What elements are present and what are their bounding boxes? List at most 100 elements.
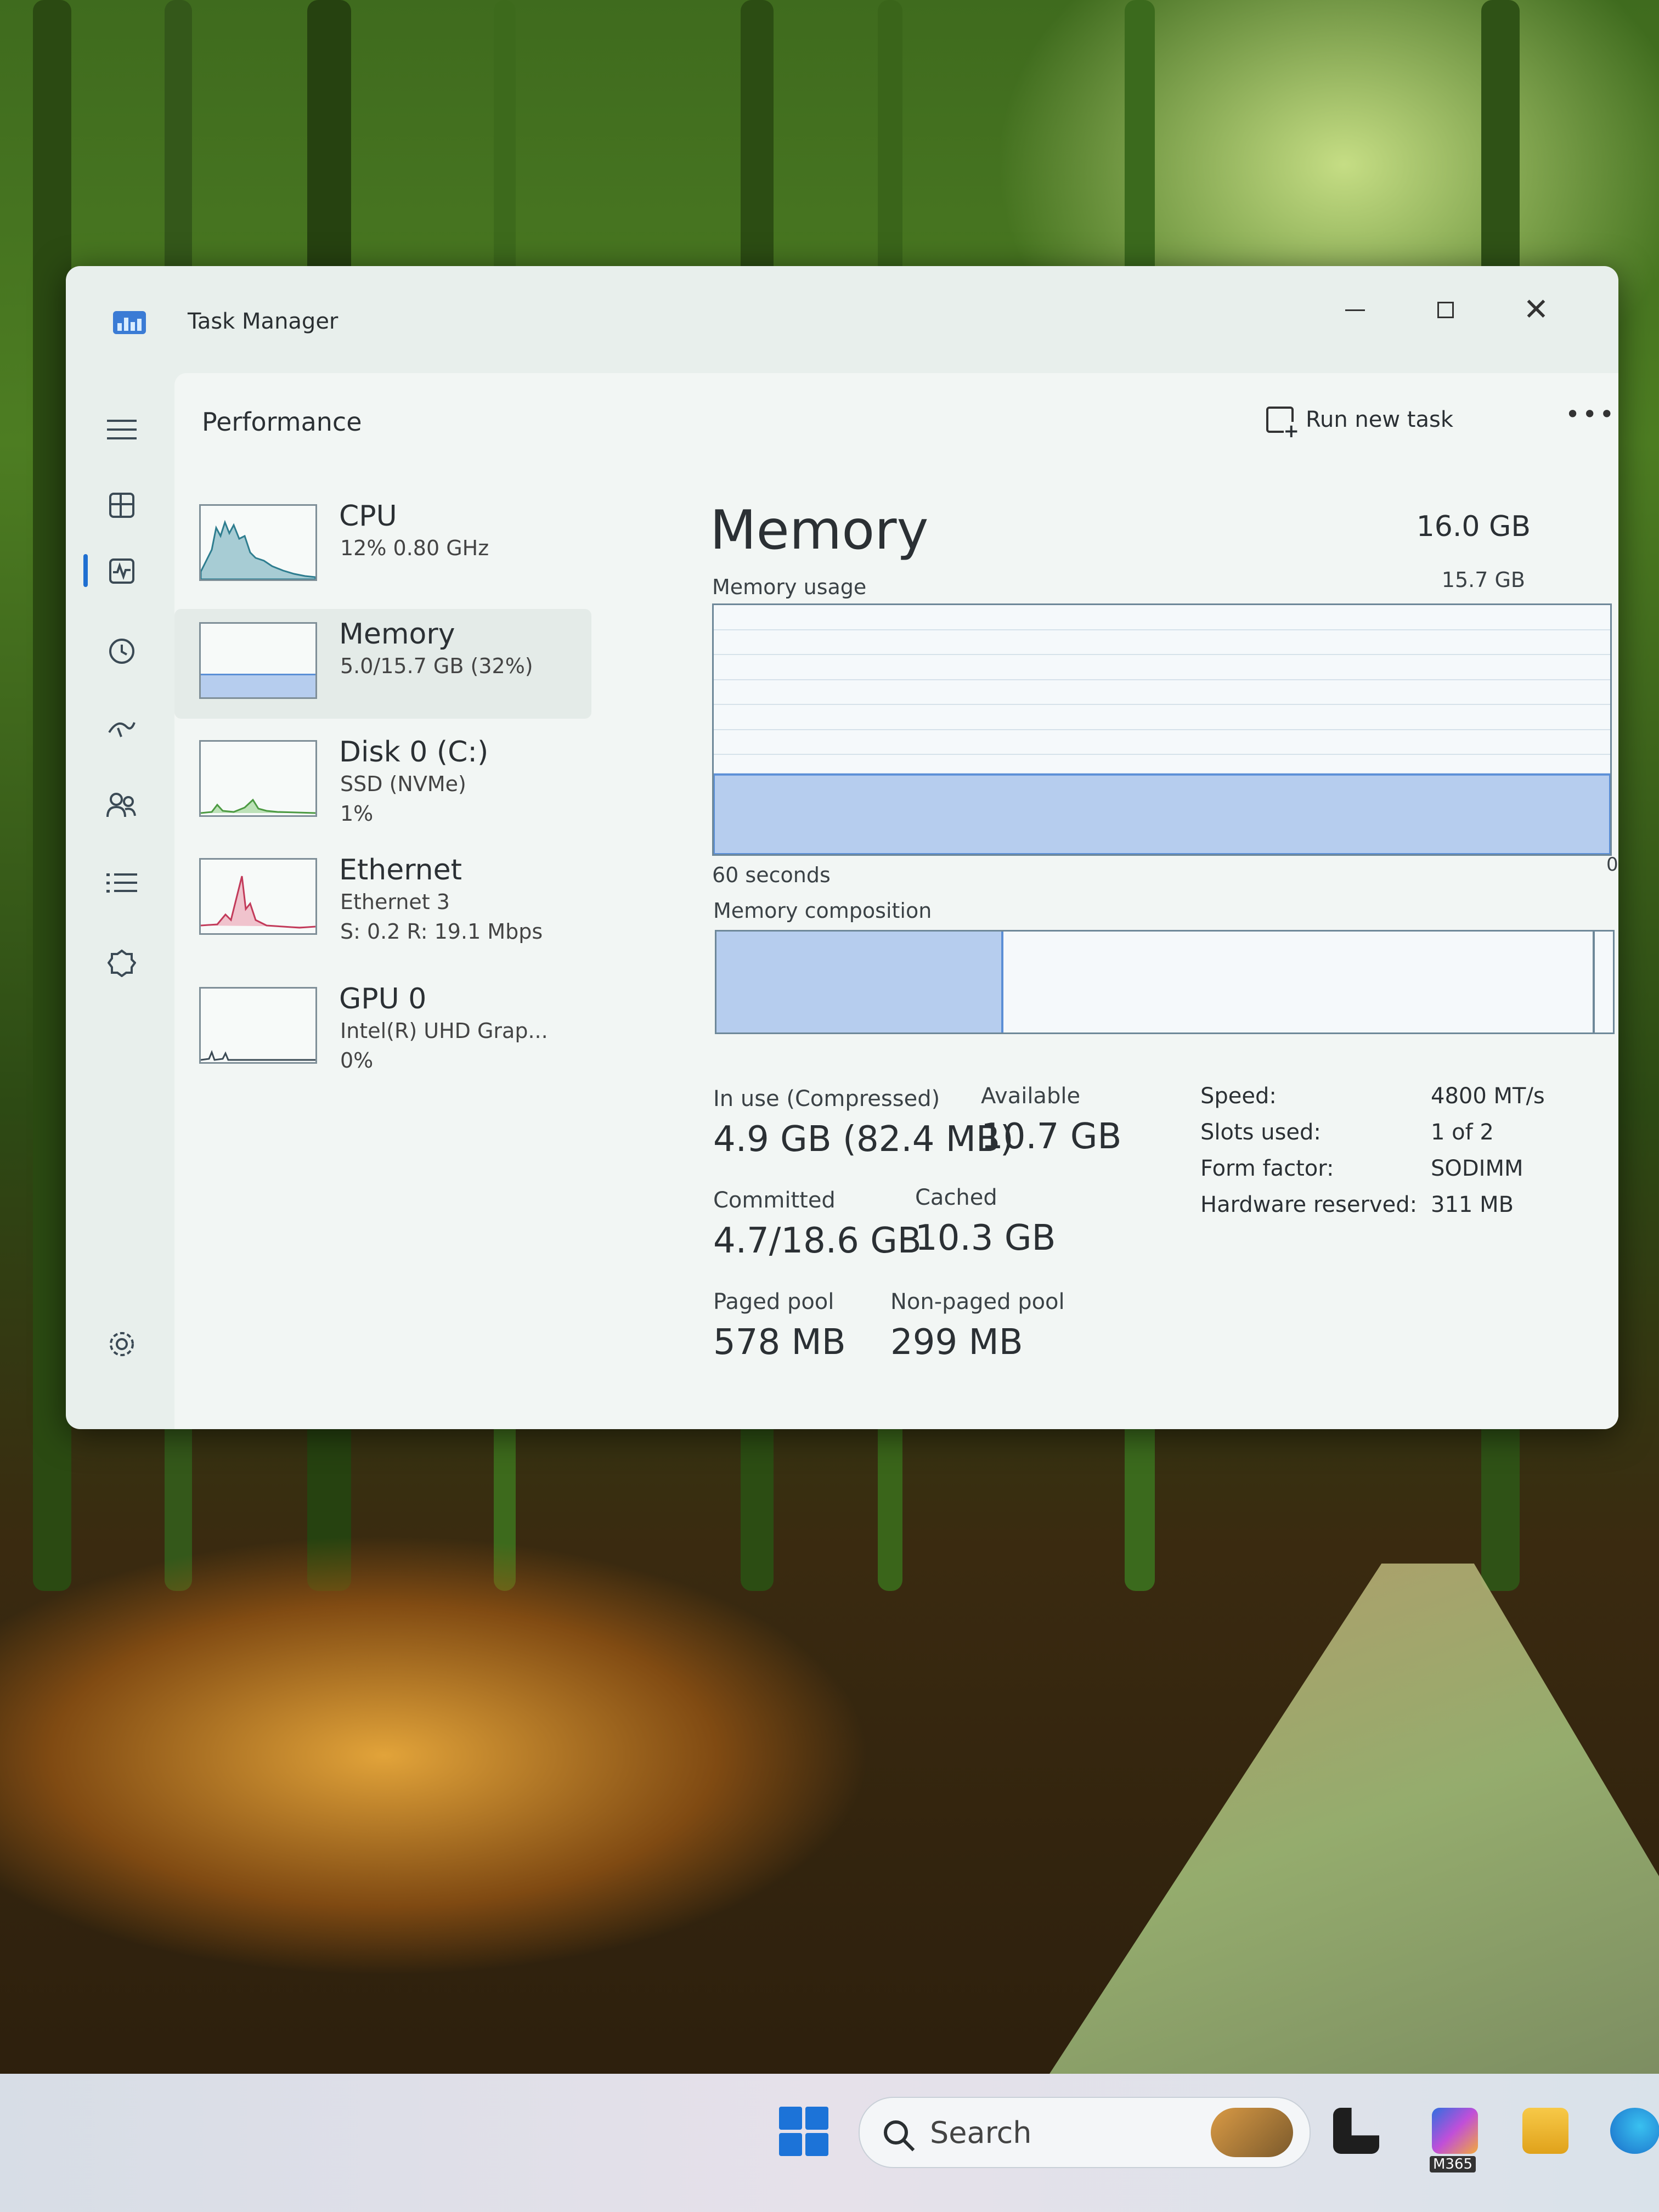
composition-free (1595, 932, 1613, 1032)
file-explorer-icon[interactable] (1522, 2108, 1568, 2154)
stat-label: Non-paged pool (890, 1289, 1065, 1314)
minimize-button[interactable] (1322, 283, 1388, 337)
close-icon: ✕ (1523, 292, 1549, 328)
disk-sparkline (201, 798, 315, 814)
task-view-button[interactable] (1333, 2108, 1379, 2154)
stat-paged-pool: Paged pool 578 MB (713, 1289, 846, 1363)
edge-browser-icon[interactable] (1610, 2108, 1659, 2154)
stat-nonpaged-pool: Non-paged pool 299 MB (890, 1289, 1065, 1363)
performance-pane: Performance Run new task ••• CPU 12% 0.8… (174, 373, 1618, 1429)
nav-users[interactable] (100, 783, 144, 827)
title-bar[interactable]: Task Manager ✕ (66, 266, 1618, 376)
memory-usage-graph (712, 603, 1612, 856)
nav-services[interactable] (100, 941, 144, 985)
stat-label: Committed (713, 1188, 836, 1213)
hamburger-icon (107, 420, 137, 439)
app-history-icon (109, 639, 134, 664)
device-item-gpu[interactable]: GPU 0 Intel(R) UHD Grap... 0% (174, 974, 591, 1084)
processes-icon (109, 493, 134, 518)
composition-in-use (716, 932, 1003, 1032)
search-highlight-image (1211, 2108, 1293, 2157)
search-placeholder: Search (930, 2115, 1032, 2150)
settings-icon (110, 1332, 134, 1356)
nav-processes[interactable] (100, 483, 144, 527)
more-options-button[interactable]: ••• (1565, 399, 1616, 429)
device-detail: Ethernet 3 (340, 890, 450, 914)
m365-badge: M365 (1430, 2156, 1476, 2172)
stat-available: Available 10.7 GB (981, 1084, 1121, 1157)
device-detail: S: 0.2 R: 19.1 Mbps (340, 919, 543, 944)
disk-thumbnail-graph (199, 740, 317, 817)
device-item-ethernet[interactable]: Ethernet Ethernet 3 S: 0.2 R: 19.1 Mbps (174, 845, 591, 955)
stat-label: In use (Compressed) (713, 1086, 940, 1111)
device-detail: SSD (NVMe) (340, 772, 466, 796)
spec-value: 4800 MT/s (1431, 1084, 1545, 1109)
stat-value: 299 MB (890, 1322, 1023, 1363)
memory-usage-fill (713, 773, 1611, 856)
taskbar-search-box[interactable]: Search (859, 2097, 1311, 2168)
spec-value: SODIMM (1431, 1156, 1523, 1181)
task-manager-window: Task Manager ✕ Performance + Run new tas… (66, 266, 1618, 1429)
nav-startup-apps[interactable] (100, 705, 144, 749)
device-detail: 1% (340, 802, 374, 826)
ethernet-thumbnail-graph (199, 858, 317, 935)
device-name: CPU (339, 500, 397, 533)
users-icon (106, 793, 136, 817)
memory-thumbnail-graph (199, 622, 317, 699)
run-new-task-icon (1266, 407, 1299, 441)
gpu-thumbnail-graph (199, 987, 317, 1064)
stat-label: Paged pool (713, 1289, 834, 1314)
stat-committed: Committed 4.7/18.6 GB (713, 1188, 922, 1261)
maximize-button[interactable] (1413, 283, 1479, 337)
nav-performance[interactable] (100, 549, 144, 593)
stat-value: 578 MB (713, 1322, 846, 1363)
stat-value: 4.9 GB (82.4 MB) (713, 1119, 1014, 1160)
device-item-disk[interactable]: Disk 0 (C:) SSD (NVMe) 1% (174, 727, 591, 837)
cpu-sparkline (201, 520, 315, 579)
performance-icon (109, 558, 134, 584)
microsoft-365-app-icon[interactable] (1432, 2108, 1478, 2154)
start-button[interactable] (779, 2107, 828, 2156)
device-name: GPU 0 (339, 983, 427, 1015)
memory-usage-label: Memory usage (712, 575, 867, 599)
spec-label: Form factor: (1200, 1156, 1334, 1181)
memory-composition-label: Memory composition (713, 899, 932, 923)
memory-composition-bar (715, 930, 1615, 1034)
stat-value: 10.7 GB (981, 1116, 1122, 1157)
cpu-thumbnail-graph (199, 504, 317, 581)
ethernet-sparkline (201, 876, 315, 929)
device-name: Ethernet (339, 854, 462, 887)
close-button[interactable]: ✕ (1503, 283, 1569, 337)
stat-label: Available (981, 1084, 1081, 1109)
graph-zero-label: 0 (1606, 854, 1618, 876)
windows-logo-icon (779, 2107, 802, 2130)
composition-standby (1003, 932, 1595, 1032)
device-item-memory[interactable]: Memory 5.0/15.7 GB (32%) (174, 609, 591, 719)
details-icon (106, 873, 137, 893)
graph-time-label: 60 seconds (712, 863, 831, 887)
memory-heading: Memory (710, 499, 929, 562)
spec-label: Slots used: (1200, 1120, 1321, 1145)
spec-value: 311 MB (1431, 1192, 1514, 1217)
memory-thumbnail-fill (201, 674, 315, 697)
device-item-cpu[interactable]: CPU 12% 0.80 GHz (174, 491, 591, 601)
nav-settings[interactable] (100, 1322, 144, 1366)
nav-details[interactable] (100, 861, 144, 905)
hamburger-menu-button[interactable] (100, 408, 144, 452)
device-detail: 5.0/15.7 GB (32%) (340, 654, 533, 678)
minimize-icon (1345, 309, 1365, 311)
navigation-rail (66, 376, 176, 1429)
nav-app-history[interactable] (100, 629, 144, 673)
gpu-sparkline (201, 1049, 315, 1061)
more-options-icon: ••• (1565, 399, 1617, 429)
stat-value: 10.3 GB (915, 1218, 1056, 1259)
run-new-task-button[interactable]: Run new task (1266, 400, 1453, 441)
device-detail: 12% 0.80 GHz (340, 536, 489, 560)
task-manager-app-icon (113, 311, 146, 334)
taskbar: Search M365 (0, 2074, 1659, 2212)
startup-apps-icon (108, 722, 136, 737)
stat-value: 4.7/18.6 GB (713, 1221, 922, 1261)
device-detail: 0% (340, 1048, 374, 1073)
memory-specs: Speed: 4800 MT/s Slots used: 1 of 2 Form… (1200, 1084, 1595, 1217)
window-title: Task Manager (188, 309, 338, 334)
